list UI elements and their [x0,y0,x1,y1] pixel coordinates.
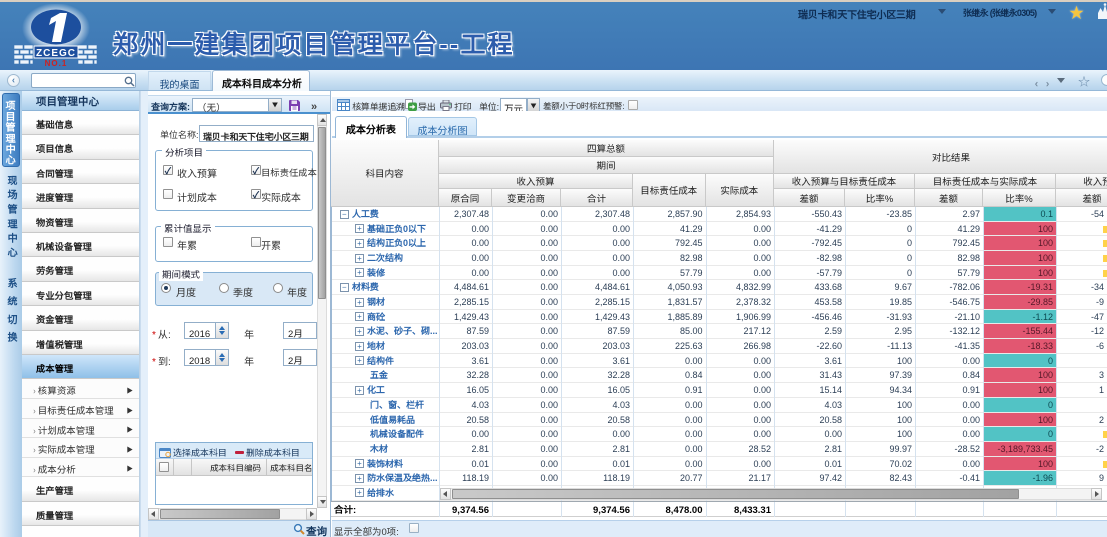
svg-text:NO.1: NO.1 [45,59,68,68]
svg-text:ZCEGC: ZCEGC [36,48,76,59]
